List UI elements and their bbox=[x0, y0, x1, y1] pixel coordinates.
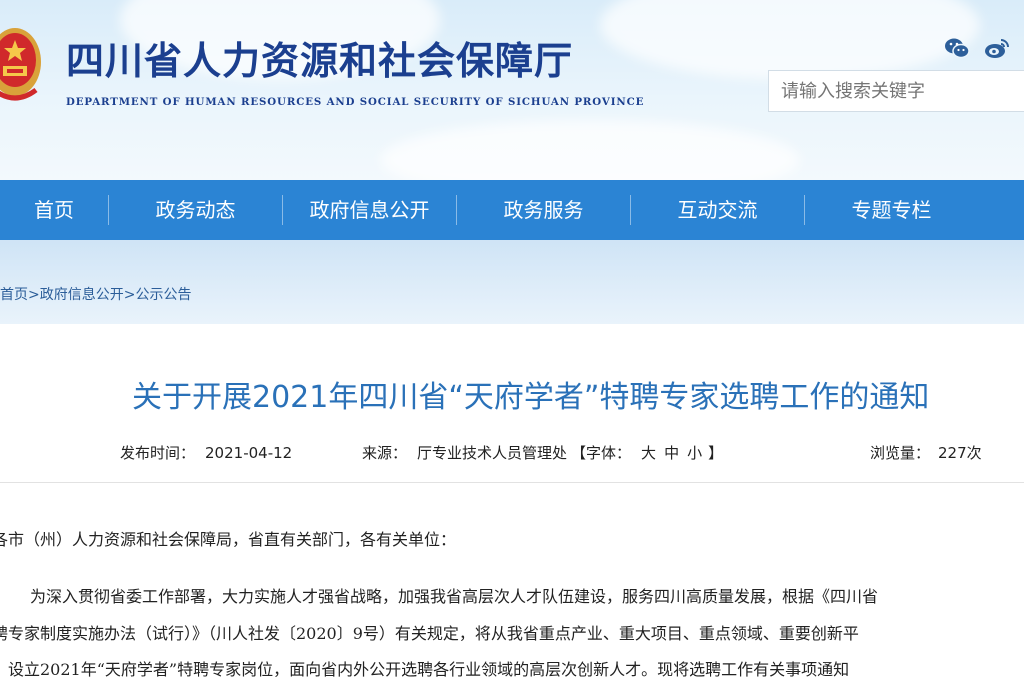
article-paragraph-line: 为深入贯彻省委工作部署，大力实施人才强省战略，加强我省高层次人才队伍建设，服务四… bbox=[30, 587, 879, 606]
font-small-button[interactable]: 小 bbox=[687, 442, 702, 463]
nav-item-home[interactable]: 首页 bbox=[0, 180, 108, 240]
views-info: 浏览量： 227次 bbox=[870, 442, 982, 463]
breadcrumb-band bbox=[0, 240, 1024, 324]
article-paragraph-line: ，设立2021年“天府学者”特聘专家岗位，面向省内外公开选聘各行业领域的高层次创… bbox=[0, 660, 850, 679]
article-paragraph-line: 聘专家制度实施办法（试行）》（川人社发〔2020〕9号）有关规定，将从我省重点产… bbox=[0, 624, 859, 643]
divider bbox=[0, 482, 1024, 483]
site-subtitle: DEPARTMENT OF HUMAN RESOURCES AND SOCIAL… bbox=[66, 96, 645, 108]
search-input[interactable] bbox=[768, 70, 1024, 112]
article-paragraph-line: 各市（州）人力资源和社会保障局，省直有关部门，各有关单位： bbox=[0, 530, 457, 549]
site-title: 四川省人力资源和社会保障厅 bbox=[66, 38, 574, 83]
publish-info: 发布时间： 2021-04-12 bbox=[120, 442, 292, 463]
weibo-icon[interactable] bbox=[984, 36, 1010, 60]
breadcrumb-separator: > bbox=[123, 287, 136, 303]
font-size-close: 】 bbox=[708, 444, 724, 462]
site-header: 四川省人力资源和社会保障厅 DEPARTMENT OF HUMAN RESOUR… bbox=[0, 0, 1024, 180]
publish-date: 2021-04-12 bbox=[205, 444, 293, 462]
article-title: 关于开展2021年四川省“天府学者”特聘专家选聘工作的通知 bbox=[132, 380, 930, 415]
wechat-icon[interactable] bbox=[944, 36, 970, 60]
nav-item-services[interactable]: 政务服务 bbox=[457, 180, 630, 240]
breadcrumb-announcements[interactable]: 公示公告 bbox=[135, 287, 191, 303]
source-value: 厅专业技术人员管理处 bbox=[417, 444, 568, 462]
views-count: 227次 bbox=[938, 444, 982, 462]
nav-item-info-disclosure[interactable]: 政府信息公开 bbox=[283, 180, 456, 240]
publish-label: 发布时间： bbox=[120, 444, 196, 462]
breadcrumb-separator: > bbox=[28, 287, 40, 303]
views-label: 浏览量： bbox=[870, 444, 931, 462]
font-large-button[interactable]: 大 bbox=[641, 442, 656, 463]
nav-item-news[interactable]: 政务动态 bbox=[109, 180, 282, 240]
national-emblem-icon bbox=[0, 28, 41, 101]
source-label: 来源： bbox=[362, 444, 408, 462]
nav-item-interaction[interactable]: 互动交流 bbox=[631, 180, 804, 240]
main-nav: 首页 政务动态 政府信息公开 政务服务 互动交流 专题专栏 bbox=[0, 180, 1024, 240]
breadcrumb-info-disclosure[interactable]: 政府信息公开 bbox=[40, 287, 124, 303]
source-info: 来源： 厅专业技术人员管理处 【字体： 大中小】 bbox=[362, 442, 723, 463]
nav-item-topics[interactable]: 专题专栏 bbox=[805, 180, 978, 240]
cloud-decoration bbox=[600, 0, 980, 80]
font-size-label: 【字体： bbox=[571, 444, 632, 462]
breadcrumb-home[interactable]: 首页 bbox=[0, 287, 28, 303]
font-medium-button[interactable]: 中 bbox=[664, 442, 679, 463]
cloud-decoration bbox=[380, 120, 800, 180]
breadcrumb: 首页>政府信息公开>公示公告 bbox=[0, 284, 191, 304]
